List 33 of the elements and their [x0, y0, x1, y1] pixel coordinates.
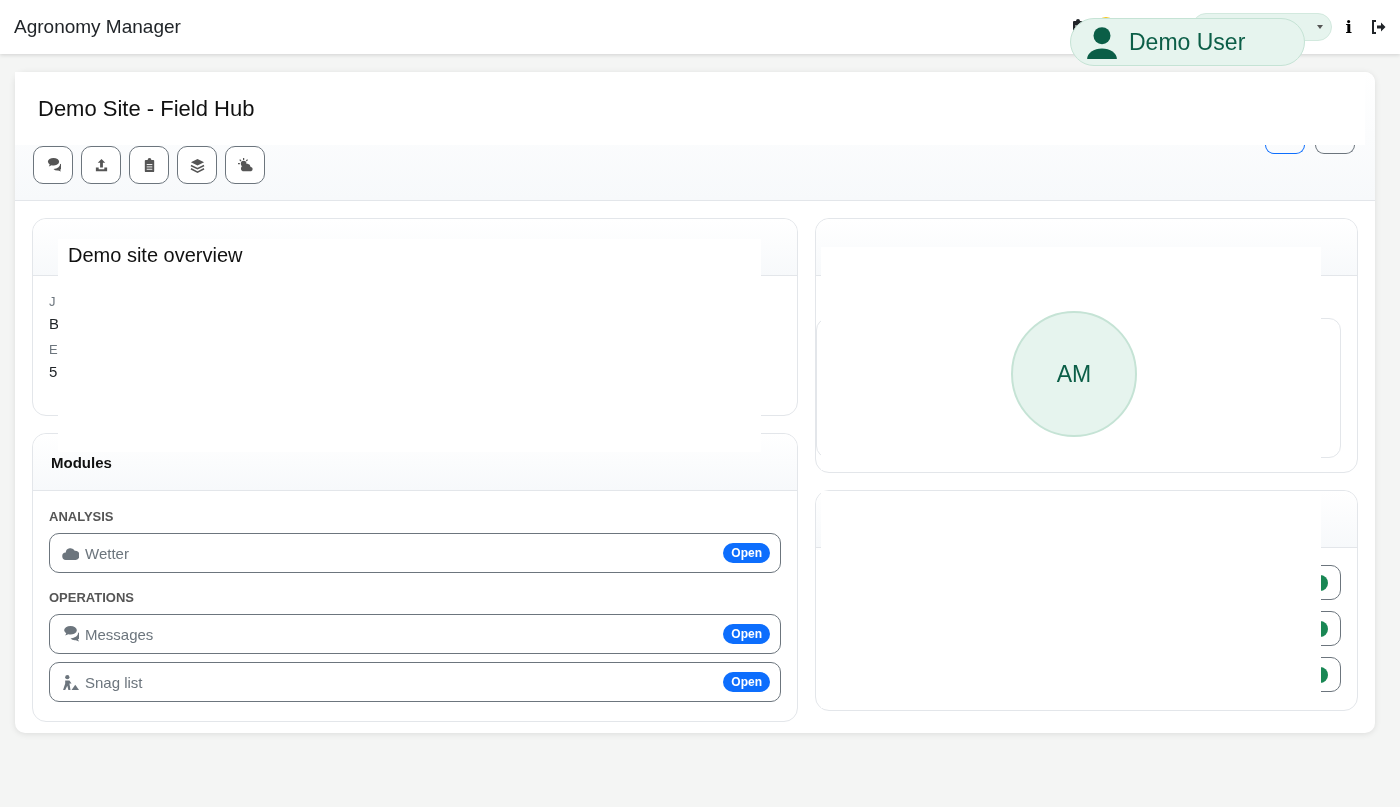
- toolbar-button[interactable]: [177, 146, 217, 184]
- app-title: Agronomy Manager: [14, 16, 181, 38]
- avatar: AM: [1011, 311, 1137, 437]
- field-label: E: [49, 342, 58, 357]
- module-item[interactable]: Snag list Open: [49, 662, 781, 702]
- logout-icon[interactable]: [1370, 19, 1386, 35]
- field-value: B: [49, 315, 59, 332]
- group-heading: ANALYSIS: [49, 509, 115, 524]
- toolbar-button[interactable]: [225, 146, 265, 184]
- panel-title: Demo site overview: [67, 243, 244, 268]
- user-tooltip: Demo User: [1070, 18, 1305, 66]
- open-button[interactable]: Open: [723, 543, 770, 563]
- toolbar-button[interactable]: [81, 146, 121, 184]
- chat-icon: [45, 157, 61, 173]
- toolbar-button[interactable]: [129, 146, 169, 184]
- open-button[interactable]: Open: [723, 624, 770, 644]
- group-heading: OPERATIONS: [49, 590, 135, 605]
- toolbar-button[interactable]: [33, 146, 73, 184]
- upload-icon: [93, 157, 109, 173]
- open-button[interactable]: Open: [723, 672, 770, 692]
- worker-icon: [62, 673, 79, 691]
- layers-icon: [189, 157, 205, 173]
- module-item[interactable]: Wetter Open: [49, 533, 781, 573]
- module-label: Snag list: [85, 673, 143, 691]
- person-icon: [1085, 25, 1119, 59]
- chat-icon: [62, 625, 79, 643]
- module-label: Wetter: [85, 544, 129, 562]
- module-label: Messages: [85, 625, 154, 643]
- site-title: Demo Site - Field Hub: [15, 72, 1365, 145]
- module-item[interactable]: Messages Open: [49, 614, 781, 654]
- field-value: 5: [49, 363, 58, 380]
- field-label: J: [49, 294, 56, 309]
- weather-icon: [237, 157, 253, 173]
